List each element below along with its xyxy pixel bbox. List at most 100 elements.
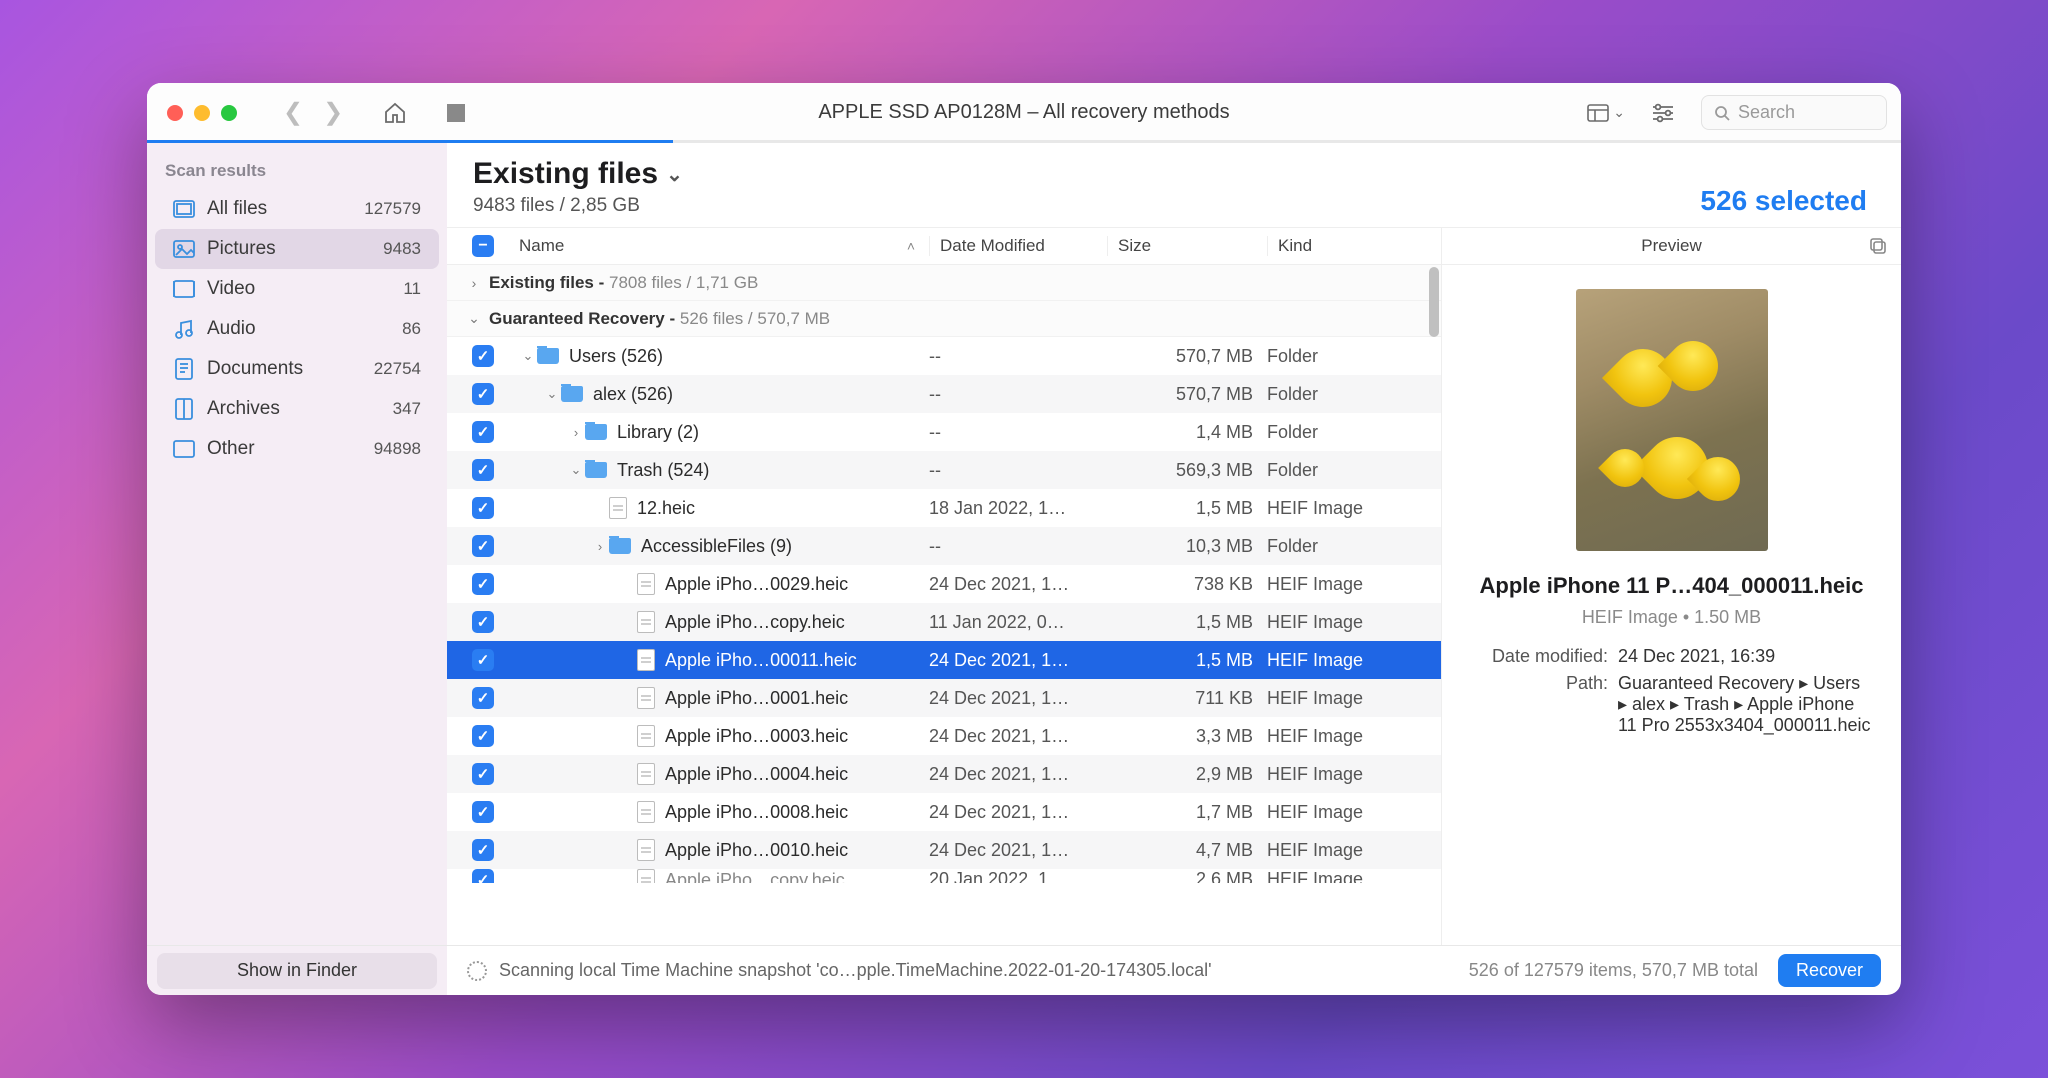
list-section-header[interactable]: › Existing files - 7808 files / 1,71 GB: [447, 265, 1441, 301]
chevron-down-icon: ⌄: [666, 162, 683, 187]
row-checkbox[interactable]: ✓: [472, 869, 494, 883]
stop-scan-button[interactable]: [447, 104, 465, 122]
selected-count[interactable]: 526 selected: [1700, 185, 1875, 217]
row-checkbox[interactable]: ✓: [472, 459, 494, 481]
file-row[interactable]: ✓ Apple iPho…0008.heic 24 Dec 2021, 1… 1…: [447, 793, 1441, 831]
row-checkbox[interactable]: ✓: [472, 725, 494, 747]
row-checkbox[interactable]: ✓: [472, 687, 494, 709]
row-checkbox[interactable]: ✓: [472, 497, 494, 519]
list-section-header[interactable]: ⌄ Guaranteed Recovery - 526 files / 570,…: [447, 301, 1441, 337]
file-row[interactable]: ✓ Apple iPho…0010.heic 24 Dec 2021, 1… 4…: [447, 831, 1441, 869]
file-row[interactable]: ✓ Apple iPho…0004.heic 24 Dec 2021, 1… 2…: [447, 755, 1441, 793]
file-list[interactable]: › Existing files - 7808 files / 1,71 GB⌄…: [447, 265, 1441, 945]
file-kind: HEIF Image: [1267, 498, 1441, 519]
column-name[interactable]: Name˄: [519, 236, 929, 256]
copy-path-button[interactable]: [1869, 237, 1887, 255]
disclosure-triangle-icon[interactable]: ›: [591, 539, 609, 554]
recover-button[interactable]: Recover: [1778, 954, 1881, 987]
file-name: 12.heic: [637, 498, 695, 519]
sidebar-item-label: Pictures: [207, 238, 276, 260]
folder-icon: [537, 348, 559, 364]
search-input[interactable]: Search: [1701, 95, 1887, 130]
file-icon: [637, 573, 655, 595]
disclosure-triangle-icon[interactable]: ›: [567, 425, 585, 440]
file-date: --: [929, 384, 1107, 405]
row-checkbox[interactable]: ✓: [472, 421, 494, 443]
file-row[interactable]: ✓ Apple iPho…0001.heic 24 Dec 2021, 1… 7…: [447, 679, 1441, 717]
column-size[interactable]: Size: [1107, 236, 1267, 256]
nav-forward-button[interactable]: ❯: [323, 98, 343, 127]
sidebar-item-count: 9483: [383, 239, 421, 259]
row-checkbox[interactable]: ✓: [472, 649, 494, 671]
file-row[interactable]: ✓ Apple iPho…00011.heic 24 Dec 2021, 1… …: [447, 641, 1441, 679]
file-date: 24 Dec 2021, 1…: [929, 688, 1107, 709]
sidebar-item-archives[interactable]: Archives 347: [155, 389, 439, 429]
folder-row[interactable]: ✓ › Library (2) -- 1,4 MB Folder: [447, 413, 1441, 451]
disclosure-triangle-icon[interactable]: ⌄: [567, 462, 585, 478]
row-checkbox[interactable]: ✓: [472, 839, 494, 861]
folder-icon: [609, 538, 631, 554]
file-size: 738 KB: [1107, 574, 1267, 595]
file-row[interactable]: ✓ Apple iPho…copy.heic 11 Jan 2022, 0… 1…: [447, 603, 1441, 641]
file-row[interactable]: ✓ 12.heic 18 Jan 2022, 1… 1,5 MB HEIF Im…: [447, 489, 1441, 527]
show-in-finder-button[interactable]: Show in Finder: [157, 953, 437, 989]
disclosure-triangle-icon[interactable]: ›: [465, 275, 483, 291]
disclosure-triangle-icon[interactable]: ⌄: [465, 310, 483, 327]
window-controls: [167, 105, 237, 121]
file-kind: Folder: [1267, 422, 1441, 443]
sidebar-item-documents[interactable]: Documents 22754: [155, 349, 439, 389]
row-checkbox[interactable]: ✓: [472, 345, 494, 367]
row-checkbox[interactable]: ✓: [472, 573, 494, 595]
preview-thumbnail[interactable]: [1576, 289, 1768, 551]
file-date: 24 Dec 2021, 1…: [929, 726, 1107, 747]
file-kind: Folder: [1267, 346, 1441, 367]
column-date[interactable]: Date Modified: [929, 236, 1107, 256]
file-kind: Folder: [1267, 384, 1441, 405]
fullscreen-window-button[interactable]: [221, 105, 237, 121]
close-window-button[interactable]: [167, 105, 183, 121]
sidebar-item-other[interactable]: Other 94898: [155, 429, 439, 469]
sidebar-item-all-files[interactable]: All files 127579: [155, 189, 439, 229]
column-kind[interactable]: Kind: [1267, 236, 1441, 256]
scan-status-text: Scanning local Time Machine snapshot 'co…: [499, 960, 1212, 981]
row-checkbox[interactable]: ✓: [472, 801, 494, 823]
preview-path-label: Path:: [1472, 673, 1618, 736]
disclosure-triangle-icon[interactable]: ⌄: [519, 348, 537, 364]
file-row[interactable]: ✓ Apple iPho…0003.heic 24 Dec 2021, 1… 3…: [447, 717, 1441, 755]
file-size: 2,9 MB: [1107, 764, 1267, 785]
view-mode-button[interactable]: ⌄: [1587, 104, 1625, 122]
home-button[interactable]: [383, 101, 407, 125]
file-name: Apple iPho…0029.heic: [665, 574, 848, 595]
file-row[interactable]: ✓ Apple iPho…0029.heic 24 Dec 2021, 1… 7…: [447, 565, 1441, 603]
file-name: Apple iPho…0003.heic: [665, 726, 848, 747]
file-date: --: [929, 460, 1107, 481]
select-all-checkbox[interactable]: −: [472, 235, 494, 257]
titlebar: ❮ ❯ APPLE SSD AP0128M – All recovery met…: [147, 83, 1901, 143]
category-icon: [173, 438, 195, 460]
sidebar-item-pictures[interactable]: Pictures 9483: [155, 229, 439, 269]
file-date: --: [929, 346, 1107, 367]
minimize-window-button[interactable]: [194, 105, 210, 121]
scrollbar-thumb[interactable]: [1429, 267, 1439, 337]
row-checkbox[interactable]: ✓: [472, 611, 494, 633]
row-checkbox[interactable]: ✓: [472, 763, 494, 785]
disclosure-triangle-icon[interactable]: ⌄: [543, 386, 561, 402]
file-name: Apple iPho…0010.heic: [665, 840, 848, 861]
filter-button[interactable]: [1651, 103, 1675, 123]
sidebar-item-label: Other: [207, 438, 255, 460]
folder-row[interactable]: ✓ ⌄ Users (526) -- 570,7 MB Folder: [447, 337, 1441, 375]
folder-row[interactable]: ✓ › AccessibleFiles (9) -- 10,3 MB Folde…: [447, 527, 1441, 565]
category-icon: [173, 358, 195, 380]
sidebar-item-video[interactable]: Video 11: [155, 269, 439, 309]
scan-progress-bar: [147, 140, 1901, 143]
window-title: APPLE SSD AP0128M – All recovery methods: [818, 101, 1229, 124]
file-date: --: [929, 422, 1107, 443]
folder-row[interactable]: ✓ ⌄ Trash (524) -- 569,3 MB Folder: [447, 451, 1441, 489]
category-title-dropdown[interactable]: Existing files ⌄: [473, 157, 683, 191]
folder-row[interactable]: ✓ ⌄ alex (526) -- 570,7 MB Folder: [447, 375, 1441, 413]
row-checkbox[interactable]: ✓: [472, 383, 494, 405]
row-checkbox[interactable]: ✓: [472, 535, 494, 557]
sidebar-item-audio[interactable]: Audio 86: [155, 309, 439, 349]
file-icon: [637, 649, 655, 671]
nav-back-button[interactable]: ❮: [283, 98, 303, 127]
